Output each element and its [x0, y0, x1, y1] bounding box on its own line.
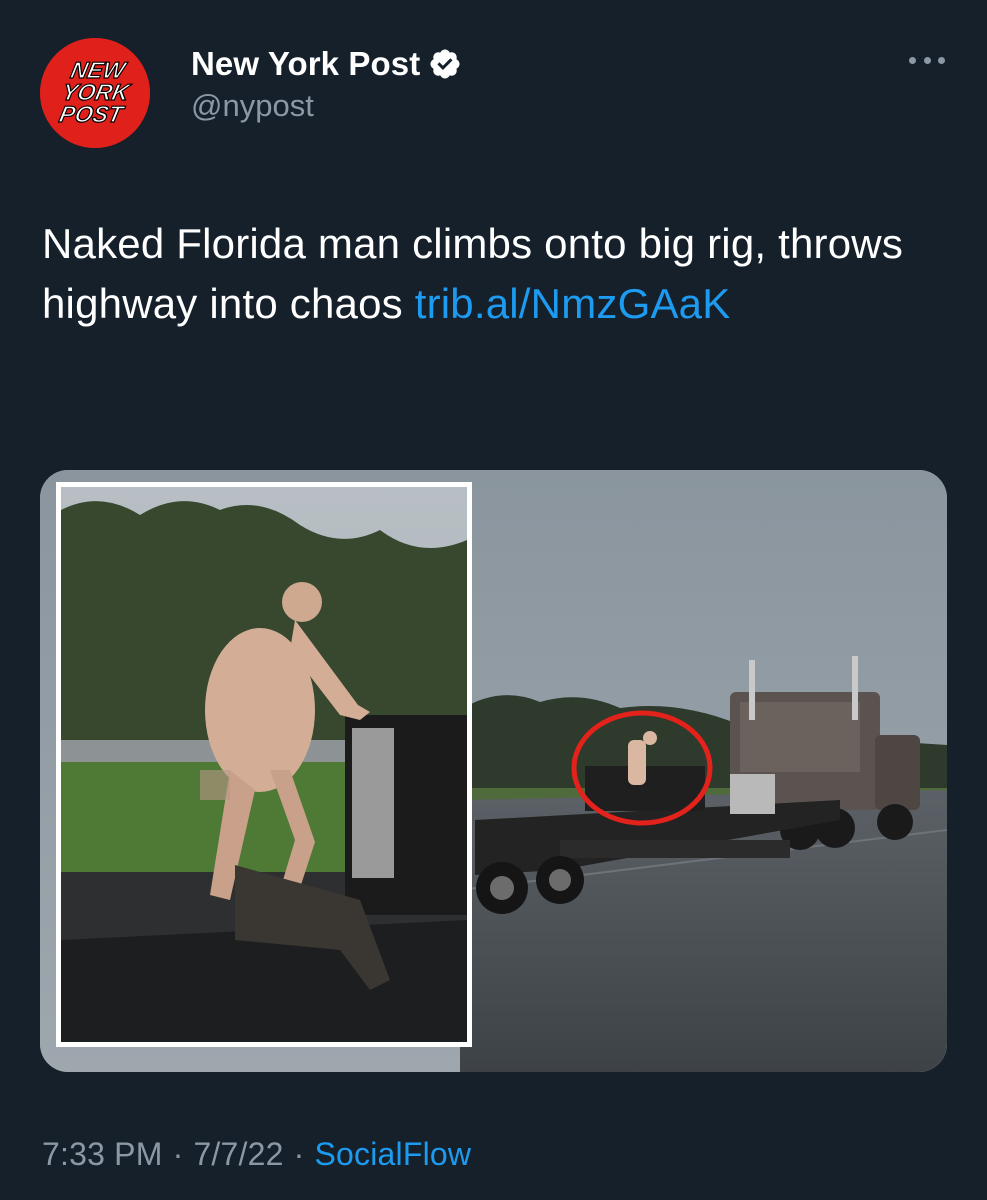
tweet-date[interactable]: 7/7/22	[193, 1136, 283, 1172]
tweet-media[interactable]	[40, 470, 947, 1072]
tweet-source[interactable]: SocialFlow	[314, 1136, 471, 1172]
author-handle[interactable]: @nypost	[191, 88, 462, 124]
avatar[interactable]: NEW YORK POST	[40, 38, 150, 148]
more-dot	[909, 56, 916, 64]
tweet-time[interactable]: 7:33 PM	[42, 1136, 163, 1172]
more-dot	[923, 56, 931, 64]
tweet-text: Naked Florida man climbs onto big rig, t…	[42, 214, 947, 334]
meta-separator: ·	[172, 1136, 184, 1172]
verified-badge-icon	[430, 49, 460, 79]
author-display-name[interactable]: New York Post	[191, 45, 420, 83]
more-dot	[938, 56, 945, 64]
tweet-link[interactable]: trib.al/NmzGAaK	[415, 280, 731, 327]
tweet-author: New York Post @nypost	[191, 42, 462, 124]
svg-text:POST: POST	[57, 101, 127, 127]
tweet-meta: 7:33 PM · 7/7/22 · SocialFlow	[42, 1136, 471, 1173]
new-york-post-logo: NEW YORK POST	[40, 38, 150, 148]
media-photo	[40, 470, 947, 1072]
more-options-icon[interactable]	[909, 50, 945, 70]
meta-separator: ·	[293, 1136, 305, 1172]
